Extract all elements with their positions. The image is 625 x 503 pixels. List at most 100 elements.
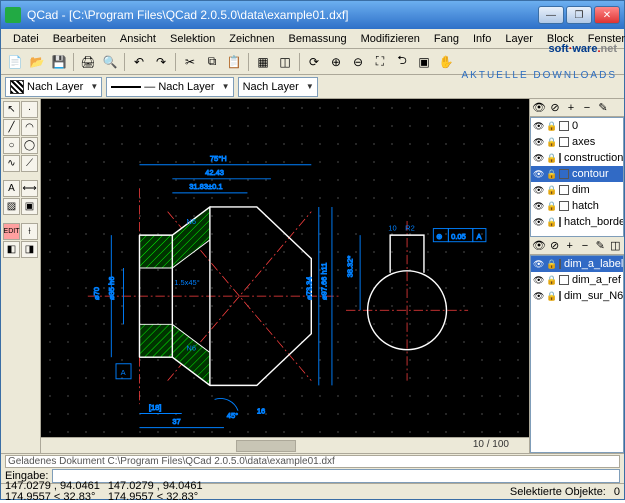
horizontal-scrollbar[interactable]: 10 / 100	[41, 437, 529, 453]
svg-text:⊕: ⊕	[436, 232, 442, 241]
hatch-icon[interactable]: ▨	[3, 198, 20, 215]
svg-text:A: A	[477, 232, 482, 241]
measure-icon[interactable]: ⟊	[21, 223, 38, 240]
property-bar: Nach Layer — Nach Layer Nach Layer	[1, 75, 624, 99]
menu-datei[interactable]: Datei	[7, 31, 45, 47]
menu-layer[interactable]: Layer	[499, 31, 539, 47]
save-icon[interactable]: 💾	[49, 52, 69, 72]
layer-row[interactable]: 👁🔒hatch	[531, 198, 623, 214]
svg-text:A: A	[121, 368, 126, 377]
pointer-icon[interactable]: ↖	[3, 101, 20, 118]
zoom-pan-icon[interactable]: ✋	[436, 52, 456, 72]
eye-off-icon[interactable]: ⊘	[548, 239, 561, 253]
circle-icon[interactable]: ○	[3, 137, 20, 154]
menu-info[interactable]: Info	[467, 31, 497, 47]
layer-row[interactable]: 👁🔒dim_a_ref	[531, 272, 623, 288]
add-block-icon[interactable]: +	[563, 239, 576, 253]
menu-bemassung[interactable]: Bemassung	[283, 31, 353, 47]
insert-block-icon[interactable]: ◫	[609, 239, 622, 253]
close-button[interactable]: ✕	[594, 6, 620, 24]
remove-layer-icon[interactable]: −	[580, 101, 594, 115]
command-history: Geladenes Dokument C:\Program Files\QCad…	[5, 455, 620, 468]
add-layer-icon[interactable]: +	[564, 101, 578, 115]
maximize-button[interactable]: ❐	[566, 6, 592, 24]
svg-text:⌀70: ⌀70	[92, 287, 101, 300]
zoom-prev-icon[interactable]: ⮌	[392, 52, 412, 72]
polyline-icon[interactable]: ⟋	[21, 155, 38, 172]
block-icon[interactable]: ◧	[3, 241, 20, 258]
point-icon[interactable]: ·	[21, 101, 38, 118]
layer-row[interactable]: 👁🔒construction	[531, 150, 623, 166]
layer-list[interactable]: 👁🔒0👁🔒axes👁🔒construction👁🔒contour👁🔒dim👁🔒h…	[530, 117, 624, 237]
svg-text:[18]: [18]	[149, 403, 162, 412]
tool-palette: ↖· ╱◠ ○◯ ∿⟋ A⟷ ▨▣ EDIT⟊ ◧◨	[1, 99, 41, 453]
edit-block-icon[interactable]: ✎	[594, 239, 607, 253]
layer-row[interactable]: 👁🔒dim	[531, 182, 623, 198]
zoom-auto-icon[interactable]: ⛶	[370, 52, 390, 72]
layer-row[interactable]: 👁🔒hatch_border	[531, 214, 623, 230]
new-icon[interactable]: 📄	[5, 52, 25, 72]
layer-row[interactable]: 👁🔒0	[531, 118, 623, 134]
eye-icon[interactable]: 👁	[532, 239, 546, 253]
menu-fenster[interactable]: Fenster	[582, 31, 625, 47]
color-combo[interactable]: Nach Layer	[5, 77, 102, 97]
eye-icon[interactable]: 👁	[532, 101, 546, 115]
drawing-canvas[interactable]: 75°H 42.43 31.83±0.1 ⌀70 ⌀35 h6 1.5x45° …	[41, 99, 529, 437]
menubar: Datei Bearbeiten Ansicht Selektion Zeich…	[1, 29, 624, 49]
menu-fang[interactable]: Fang	[428, 31, 465, 47]
svg-text:N6: N6	[186, 217, 196, 226]
svg-text:10: 10	[388, 223, 396, 232]
menu-modifizieren[interactable]: Modifizieren	[355, 31, 426, 47]
main-toolbar: 📄 📂 💾 🖨 🔍 ↶ ↷ ✂ ⧉ 📋 ▦ ◫ ⟳ ⊕ ⊖ ⛶ ⮌ ▣ ✋	[1, 49, 624, 75]
menu-selektion[interactable]: Selektion	[164, 31, 221, 47]
menu-bearbeiten[interactable]: Bearbeiten	[47, 31, 112, 47]
edit-tools-icon[interactable]: EDIT	[3, 223, 20, 240]
ellipse-icon[interactable]: ◯	[21, 137, 38, 154]
svg-text:38.32*: 38.32*	[346, 256, 355, 278]
undo-icon[interactable]: ↶	[129, 52, 149, 72]
coords-absolute: 147.0279 , 94.0461174.9557 < 32.83°	[5, 481, 100, 503]
page-indicator: 10 / 100	[473, 439, 509, 450]
svg-text:16: 16	[257, 407, 265, 416]
image-icon[interactable]: ▣	[21, 198, 38, 215]
selection-label: Selektierte Objekte:	[510, 486, 606, 498]
dimension-icon[interactable]: ⟷	[21, 180, 38, 197]
print-preview-icon[interactable]: 🔍	[100, 52, 120, 72]
draft-icon[interactable]: ◫	[275, 52, 295, 72]
text-icon[interactable]: A	[3, 180, 20, 197]
layer-row[interactable]: 👁🔒contour	[531, 166, 623, 182]
svg-text:1.5x45°: 1.5x45°	[174, 278, 200, 287]
zoom-out-icon[interactable]: ⊖	[348, 52, 368, 72]
block-list[interactable]: 👁🔒dim_a_label👁🔒dim_a_ref👁🔒dim_sur_N6	[530, 255, 624, 453]
menu-ansicht[interactable]: Ansicht	[114, 31, 162, 47]
grid-icon[interactable]: ▦	[253, 52, 273, 72]
menu-block[interactable]: Block	[541, 31, 580, 47]
eye-off-icon[interactable]: ⊘	[548, 101, 562, 115]
open-icon[interactable]: 📂	[27, 52, 47, 72]
paste-icon[interactable]: 📋	[224, 52, 244, 72]
linetype-combo[interactable]: Nach Layer	[238, 77, 318, 97]
spline-icon[interactable]: ∿	[3, 155, 20, 172]
copy-icon[interactable]: ⧉	[202, 52, 222, 72]
lineweight-combo[interactable]: — Nach Layer	[106, 77, 233, 97]
svg-text:42.43: 42.43	[205, 168, 224, 177]
line-icon[interactable]: ╱	[3, 119, 20, 136]
layer-row[interactable]: 👁🔒dim_a_label	[531, 256, 623, 272]
cut-icon[interactable]: ✂	[180, 52, 200, 72]
remove-block-icon[interactable]: −	[578, 239, 591, 253]
zoom-window-icon[interactable]: ▣	[414, 52, 434, 72]
svg-text:31.83±0.1: 31.83±0.1	[189, 182, 222, 191]
zoom-redraw-icon[interactable]: ⟳	[304, 52, 324, 72]
redo-icon[interactable]: ↷	[151, 52, 171, 72]
minimize-button[interactable]: —	[538, 6, 564, 24]
svg-text:R2: R2	[405, 223, 415, 232]
layer-row[interactable]: 👁🔒axes	[531, 134, 623, 150]
layer-row[interactable]: 👁🔒dim_sur_N6	[531, 288, 623, 304]
zoom-in-icon[interactable]: ⊕	[326, 52, 346, 72]
print-icon[interactable]: 🖨	[78, 52, 98, 72]
titlebar: QCad - [C:\Program Files\QCad 2.0.5.0\da…	[1, 1, 624, 29]
menu-zeichnen[interactable]: Zeichnen	[223, 31, 280, 47]
arc-icon[interactable]: ◠	[21, 119, 38, 136]
select-icon[interactable]: ◨	[21, 241, 38, 258]
edit-layer-icon[interactable]: ✎	[596, 101, 610, 115]
